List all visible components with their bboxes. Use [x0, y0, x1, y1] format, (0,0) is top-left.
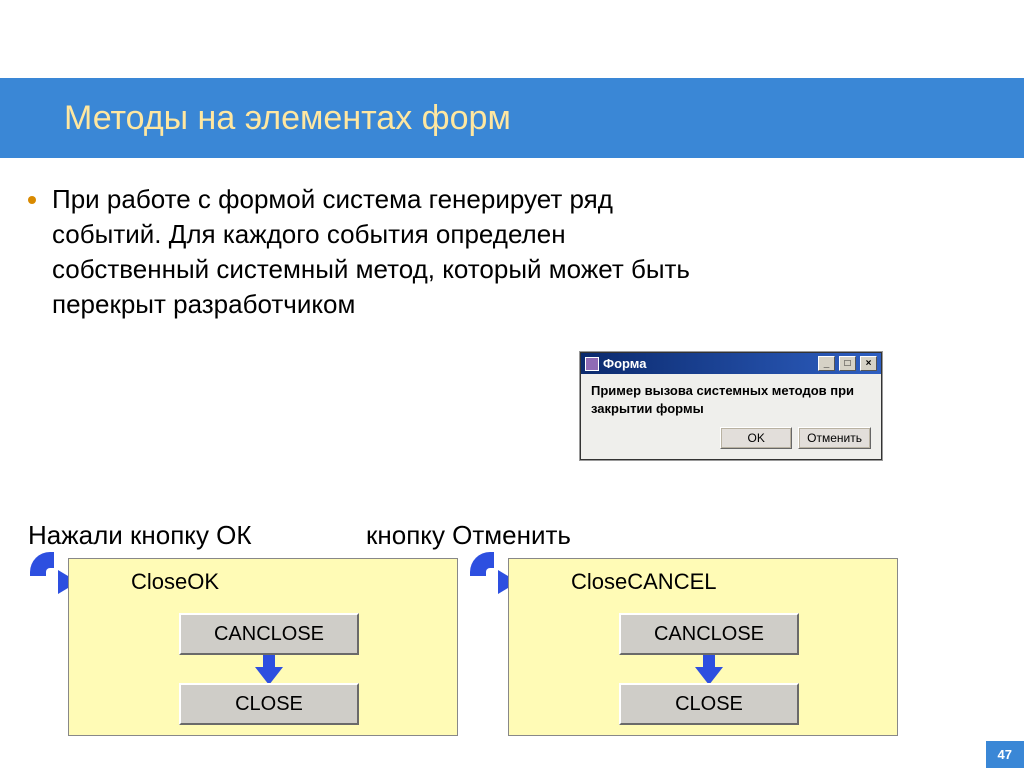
flow-ok-close-box: CLOSE	[179, 683, 359, 725]
ok-button[interactable]: OK	[720, 427, 792, 449]
close-button[interactable]: ×	[860, 356, 877, 371]
dialog-title-bar: Форма _ □ ×	[581, 353, 881, 374]
slide-number-badge: 47	[986, 741, 1024, 768]
slide-title: Методы на элементах форм	[64, 99, 511, 138]
flow-cancel-canclose-label: CANCLOSE	[654, 623, 764, 646]
label-ok-pressed: Нажали кнопку ОК	[28, 520, 252, 551]
flow-ok-canclose-label: CANCLOSE	[214, 623, 324, 646]
dialog-body: Пример вызова системных методов при закр…	[581, 374, 881, 459]
slide-title-bar: Методы на элементах форм	[0, 78, 1024, 158]
flow-cancel-close-box: CLOSE	[619, 683, 799, 725]
dialog-message: Пример вызова системных методов при закр…	[591, 382, 871, 417]
flow-ok-panel: CloseOK CANCLOSE CLOSE	[68, 558, 458, 736]
bullet-row: При работе с формой система генерирует р…	[28, 182, 708, 322]
arrow-down-icon	[257, 655, 281, 685]
maximize-button[interactable]: □	[839, 356, 856, 371]
flow-cancel-canclose-box: CANCLOSE	[619, 613, 799, 655]
flow-cancel-start: CloseCANCEL	[571, 569, 717, 595]
example-dialog: Форма _ □ × Пример вызова системных мето…	[580, 352, 882, 460]
minimize-button[interactable]: _	[818, 356, 835, 371]
dialog-title-text: Форма	[603, 356, 646, 371]
flow-ok-close-label: CLOSE	[235, 693, 303, 716]
bullet-dot-icon	[28, 196, 36, 204]
dialog-button-row: OK Отменить	[591, 427, 871, 449]
cancel-button[interactable]: Отменить	[798, 427, 871, 449]
flow-cancel-close-label: CLOSE	[675, 693, 743, 716]
bullet-text: При работе с формой система генерирует р…	[52, 182, 708, 322]
flow-ok-start: CloseOK	[131, 569, 219, 595]
flow-cancel-panel: CloseCANCEL CANCLOSE CLOSE	[508, 558, 898, 736]
form-icon	[585, 357, 599, 371]
arrow-down-icon	[697, 655, 721, 685]
label-cancel-pressed: кнопку Отменить	[366, 520, 571, 551]
flow-ok-canclose-box: CANCLOSE	[179, 613, 359, 655]
